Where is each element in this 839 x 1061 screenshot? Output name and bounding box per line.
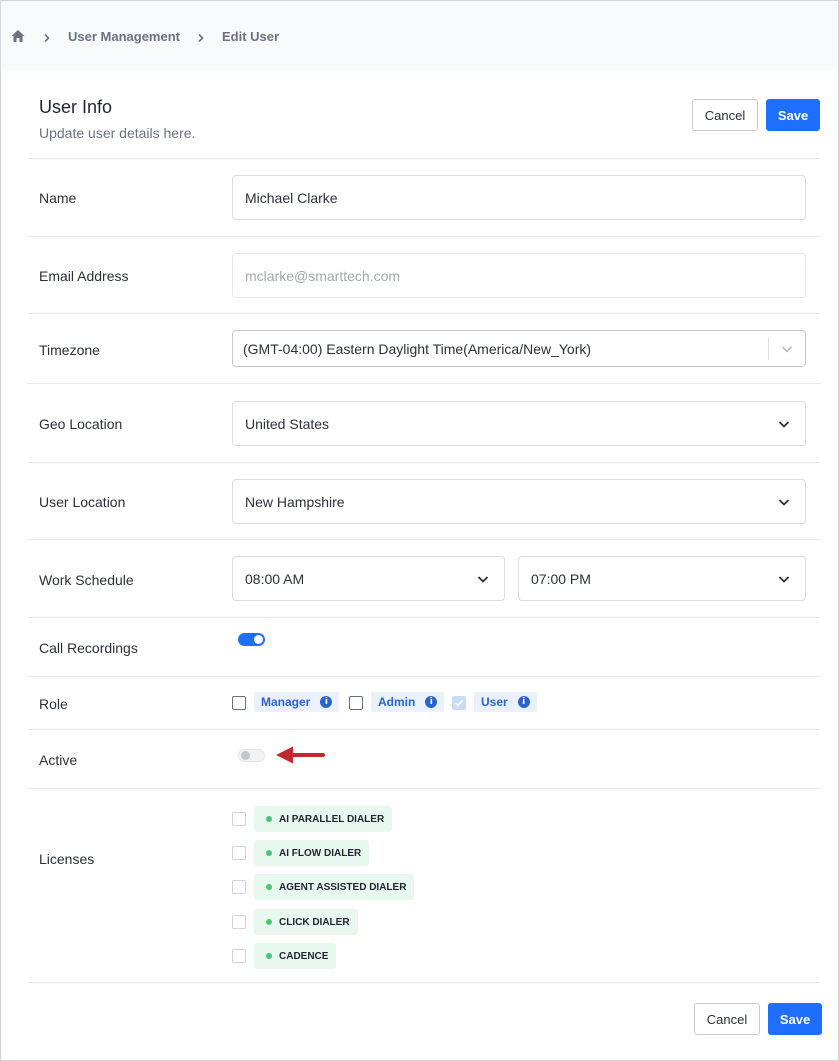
license-tag-ai-flow-dialer: AI FLOW DIALER — [254, 840, 370, 866]
active-toggle[interactable] — [238, 749, 265, 762]
license-label: CLICK DIALER — [279, 916, 350, 928]
work-end-select[interactable]: 07:00 PM — [518, 556, 806, 601]
user-info-card: User Info Update user details here. Canc… — [2, 70, 838, 1060]
chevron-right-icon — [42, 31, 52, 43]
divider — [27, 313, 821, 314]
geo-location-value: United States — [245, 415, 330, 432]
license-label: CADENCE — [279, 950, 329, 962]
chevron-right-icon — [196, 31, 206, 43]
timezone-select[interactable]: (GMT-04:00) Eastern Daylight Time(Americ… — [232, 330, 806, 367]
role-user-checkbox — [452, 696, 466, 710]
checkmark-icon — [454, 699, 464, 707]
app-frame: User Management Edit User User Info Upda… — [0, 0, 839, 1061]
role-label: Role — [39, 696, 68, 712]
license-checkbox[interactable] — [232, 949, 246, 963]
toggle-knob — [254, 635, 263, 644]
license-tag-cadence: CADENCE — [254, 943, 337, 969]
chevron-down-icon — [777, 572, 791, 586]
status-dot — [266, 953, 272, 959]
chevron-down-icon — [476, 572, 490, 586]
cancel-button[interactable]: Cancel — [692, 99, 758, 131]
role-user-label: User — [481, 695, 508, 709]
license-checkbox[interactable] — [232, 812, 246, 826]
user-location-label: User Location — [39, 494, 126, 510]
license-label: AI PARALLEL DIALER — [279, 813, 385, 825]
chevron-down-icon — [777, 417, 791, 431]
footer-save-button[interactable]: Save — [768, 1003, 822, 1035]
user-location-select[interactable]: New Hampshire — [232, 479, 806, 524]
active-label: Active — [39, 752, 78, 768]
work-start-select[interactable]: 08:00 AM — [232, 556, 505, 601]
page-subtitle: Update user details here. — [39, 125, 196, 141]
role-user-tag: User i — [474, 692, 537, 712]
divider — [27, 158, 821, 159]
breadcrumb: User Management Edit User — [10, 25, 279, 47]
info-icon[interactable]: i — [425, 696, 438, 708]
call-recordings-label: Call Recordings — [39, 640, 138, 656]
chevron-down-icon[interactable] — [780, 342, 794, 356]
email-label: Email Address — [39, 268, 129, 284]
license-checkbox[interactable] — [232, 880, 246, 894]
status-dot — [266, 884, 272, 890]
timezone-value: (GMT-04:00) Eastern Daylight Time(Americ… — [243, 340, 592, 357]
info-icon[interactable]: i — [320, 696, 333, 708]
license-tag-ai-parallel-dialer: AI PARALLEL DIALER — [254, 806, 393, 832]
breadcrumb-edit-user: Edit User — [221, 28, 280, 44]
chevron-down-icon — [777, 495, 791, 509]
annotation-arrow-icon — [276, 746, 325, 764]
work-schedule-label: Work Schedule — [39, 572, 134, 588]
page-title: User Info — [39, 97, 113, 117]
licenses-label: Licenses — [39, 851, 95, 867]
name-label: Name — [39, 190, 77, 206]
status-dot — [266, 919, 272, 925]
role-admin-label: Admin — [378, 695, 416, 709]
license-checkbox[interactable] — [232, 915, 246, 929]
status-dot — [266, 850, 272, 856]
home-icon[interactable] — [10, 28, 26, 44]
name-input[interactable]: Michael Clarke — [232, 175, 806, 220]
license-label: AGENT ASSISTED DIALER — [279, 881, 407, 893]
timezone-label: Timezone — [39, 342, 100, 358]
call-recordings-toggle[interactable] — [238, 633, 265, 646]
geo-location-label: Geo Location — [39, 416, 123, 432]
work-start-value: 08:00 AM — [245, 570, 305, 587]
geo-location-select[interactable]: United States — [232, 401, 806, 446]
select-separator — [768, 338, 769, 360]
toggle-knob — [241, 751, 250, 760]
role-manager-label: Manager — [261, 695, 311, 709]
work-end-value: 07:00 PM — [531, 570, 591, 587]
license-label: AI FLOW DIALER — [279, 847, 362, 859]
divider — [27, 539, 821, 540]
license-tag-agent-assisted-dialer: AGENT ASSISTED DIALER — [254, 874, 415, 900]
divider — [27, 383, 821, 384]
license-tag-click-dialer: CLICK DIALER — [254, 909, 358, 935]
role-admin-tag: Admin i — [371, 692, 445, 712]
user-location-value: New Hampshire — [245, 493, 345, 510]
divider — [27, 729, 821, 730]
email-field: mclarke@smarttech.com — [232, 253, 806, 298]
license-checkbox[interactable] — [232, 846, 246, 860]
footer-cancel-button[interactable]: Cancel — [694, 1003, 760, 1035]
divider — [27, 982, 821, 983]
divider — [27, 462, 821, 463]
save-button[interactable]: Save — [766, 99, 820, 131]
role-admin-checkbox[interactable] — [349, 696, 363, 710]
breadcrumb-user-management[interactable]: User Management — [68, 29, 180, 44]
role-manager-checkbox[interactable] — [232, 696, 246, 710]
divider — [27, 788, 821, 789]
info-icon[interactable]: i — [517, 696, 530, 708]
status-dot — [266, 816, 272, 822]
divider — [27, 617, 821, 618]
divider — [27, 676, 821, 677]
role-manager-tag: Manager i — [254, 692, 340, 712]
divider — [27, 236, 821, 237]
